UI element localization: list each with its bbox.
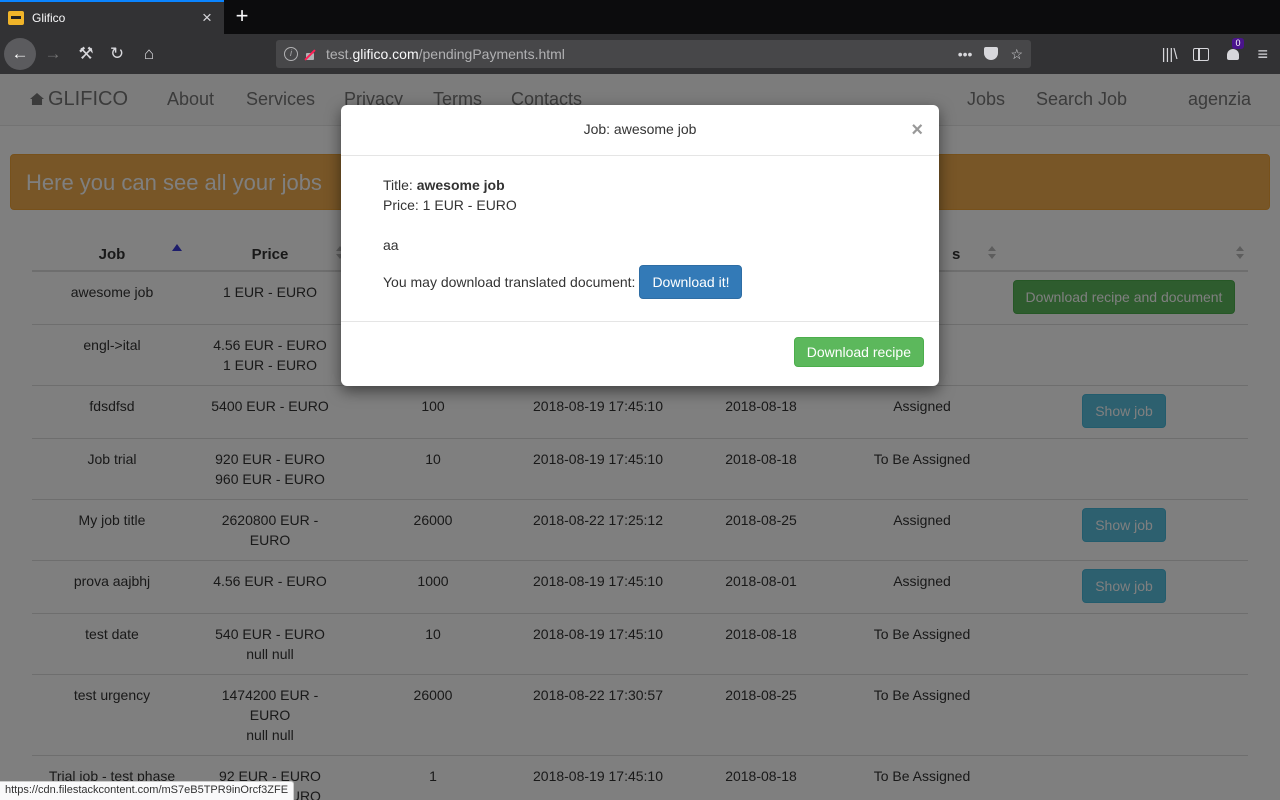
bookmark-star-icon[interactable]: ☆ — [1010, 46, 1023, 63]
tab-close-icon[interactable]: × — [198, 8, 216, 28]
tab-bar: Glifico × + — [0, 0, 1280, 34]
forward-arrow-icon[interactable]: → — [37, 38, 69, 70]
status-bar-url: https://cdn.filestackcontent.com/mS7eB5T… — [0, 781, 295, 800]
tab-title: Glifico — [32, 11, 66, 25]
download-recipe-button[interactable]: Download recipe — [793, 337, 924, 367]
modal-body: Title: awesome job Price: 1 EUR - EURO a… — [341, 156, 939, 322]
modal-title: Job: awesome job — [583, 121, 697, 137]
job-description: aa — [383, 237, 399, 253]
pocket-icon[interactable] — [984, 46, 999, 60]
download-line: You may download translated document: Do… — [383, 265, 897, 299]
job-price-line: Price: 1 EUR - EURO — [383, 197, 517, 213]
job-modal: Job: awesome job × Title: awesome job Pr… — [341, 105, 939, 386]
page-actions-icon[interactable]: ••• — [958, 46, 973, 63]
site-info-icon[interactable]: i — [284, 47, 298, 61]
library-icon[interactable]: |||\ — [1162, 46, 1178, 63]
reload-icon[interactable]: ↻ — [101, 38, 133, 70]
download-document-button[interactable]: Download it! — [639, 265, 743, 299]
job-title-line: Title: awesome job — [383, 177, 505, 193]
job-title-value: awesome job — [416, 177, 505, 193]
site-favicon-icon — [8, 11, 24, 25]
new-tab-icon[interactable]: + — [230, 4, 254, 28]
close-icon[interactable]: × — [911, 120, 923, 140]
browser-tab[interactable]: Glifico × — [0, 0, 224, 34]
url-text[interactable]: test.glifico.com/pendingPayments.html — [326, 46, 958, 62]
toolbar-right: |||\ 0 ≡ — [1162, 34, 1280, 74]
notification-badge: 0 — [1232, 38, 1244, 49]
wrench-icon[interactable]: ⚒ — [70, 38, 102, 70]
modal-footer: Download recipe — [341, 322, 939, 382]
hamburger-menu-icon[interactable]: ≡ — [1257, 44, 1268, 65]
modal-header: Job: awesome job × — [341, 105, 939, 156]
home-icon[interactable]: ⌂ — [133, 38, 165, 70]
download-text: You may download translated document: — [383, 274, 636, 290]
insecure-lock-icon[interactable] — [304, 48, 316, 60]
notifications-icon[interactable]: 0 — [1225, 38, 1244, 62]
back-arrow-icon[interactable]: ← — [4, 38, 36, 70]
url-bar[interactable]: i test.glifico.com/pendingPayments.html … — [276, 40, 1031, 68]
sidebar-icon[interactable] — [1193, 47, 1210, 61]
